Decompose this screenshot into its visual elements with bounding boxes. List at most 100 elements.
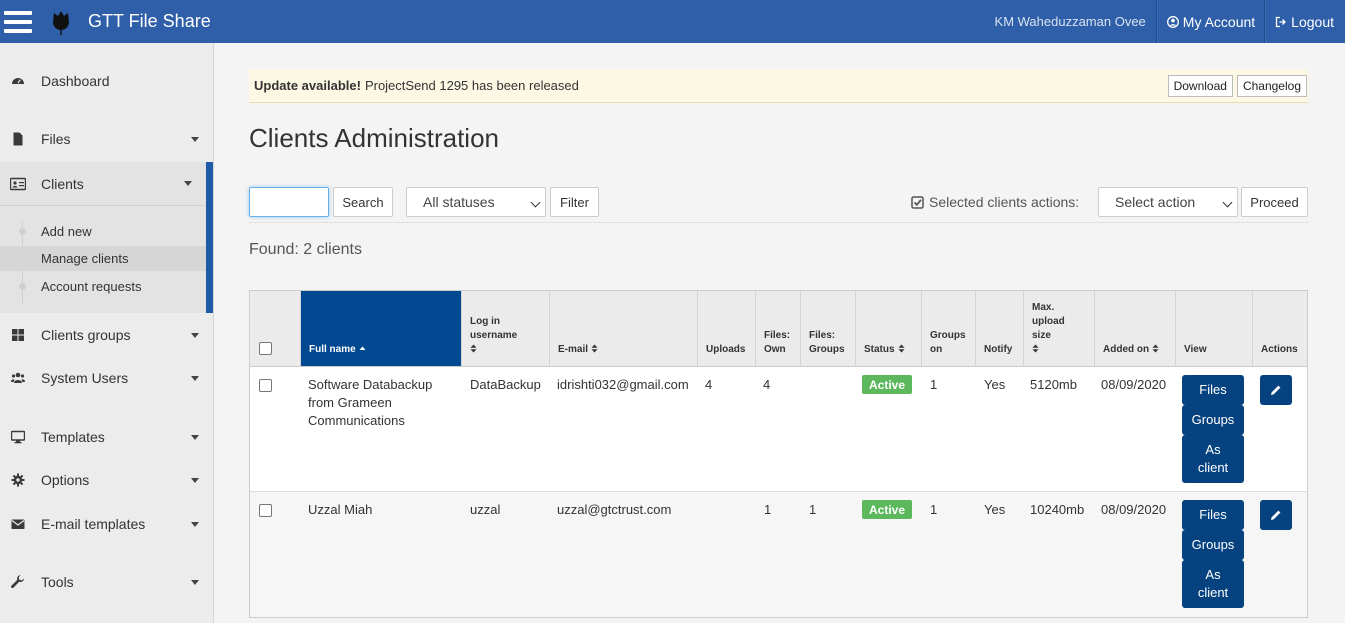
client-name-line-2: from Grameen: [308, 395, 392, 410]
my-account-link[interactable]: My Account: [1156, 0, 1266, 43]
view-groups-button[interactable]: Groups: [1182, 530, 1244, 560]
status-badge: Active: [862, 375, 912, 394]
client-files-own: 4: [763, 377, 771, 392]
client-uploads: 4: [705, 377, 713, 392]
sidebar-subitem-account-requests[interactable]: Account requests: [0, 274, 206, 299]
sort-up-icon: [359, 346, 366, 350]
header-status[interactable]: Status: [856, 291, 922, 366]
sidebar-item-options[interactable]: Options: [0, 466, 213, 494]
active-indicator: [206, 162, 213, 313]
sidebar-item-system-users[interactable]: System Users: [0, 364, 213, 392]
search-button[interactable]: Search: [333, 187, 393, 217]
sidebar-item-templates[interactable]: Templates: [0, 423, 213, 451]
status-select[interactable]: All statuses: [406, 187, 546, 217]
dashboard-icon: [11, 74, 25, 88]
sidebar-item-email-templates[interactable]: E-mail templates: [0, 510, 213, 538]
gear-icon: [11, 473, 25, 487]
found-count: Found: 2 clients: [249, 241, 362, 258]
chevron-down-icon: [191, 375, 199, 381]
proceed-button[interactable]: Proceed: [1241, 187, 1308, 217]
edit-button[interactable]: [1260, 500, 1292, 530]
sidebar-label-dashboard: Dashboard: [41, 73, 110, 89]
check-square-icon: [911, 195, 924, 209]
header-email-label: E-mail: [558, 344, 589, 355]
client-name-line-1: Uzzal Miah: [308, 502, 373, 517]
sidebar: Dashboard Files Clients Add new Manage c…: [0, 43, 214, 623]
search-input[interactable]: [249, 187, 329, 217]
client-max-upload: 10240mb: [1030, 502, 1085, 517]
sidebar-label-templates: Templates: [41, 429, 105, 445]
clients-toolbar: Search All statuses Filter Selected clie…: [249, 187, 1308, 223]
sidebar-label-files: Files: [41, 131, 71, 147]
desktop-icon: [11, 430, 25, 444]
edit-button[interactable]: [1260, 375, 1292, 405]
table-header: Full name Log in username E-mail Uploads…: [250, 291, 1307, 367]
client-full-name[interactable]: Software Databackup from Grameen Communi…: [308, 376, 432, 430]
clients-table: Full name Log in username E-mail Uploads…: [249, 290, 1308, 618]
header-files-own-line-2: Own: [764, 344, 786, 355]
sidebar-item-clients[interactable]: Clients: [0, 162, 206, 206]
chevron-down-icon: [191, 521, 199, 527]
chevron-down-icon: [191, 434, 199, 440]
status-select-value: All statuses: [423, 194, 495, 210]
view-files-button[interactable]: Files: [1182, 500, 1244, 530]
sort-icon: [1032, 344, 1039, 353]
client-max-upload: 5120mb: [1030, 377, 1077, 392]
header-groups-on: Groups on: [922, 291, 976, 366]
menu-toggle-icon[interactable]: [4, 10, 32, 33]
users-icon: [11, 371, 25, 385]
client-username: DataBackup: [470, 377, 541, 392]
view-files-button[interactable]: Files: [1182, 375, 1244, 405]
sidebar-item-dashboard[interactable]: Dashboard: [0, 67, 213, 95]
client-groups-on: 1: [930, 502, 938, 517]
page-title: Clients Administration: [249, 123, 499, 153]
sidebar-subitem-add-new[interactable]: Add new: [0, 219, 206, 244]
status-badge: Active: [862, 500, 912, 519]
client-full-name[interactable]: Uzzal Miah: [308, 501, 372, 519]
header-added-on-label: Added on: [1103, 344, 1150, 355]
app-title[interactable]: GTT File Share: [88, 11, 211, 32]
header-max-upload[interactable]: Max. upload size: [1024, 291, 1095, 366]
client-notify: Yes: [984, 377, 1006, 392]
header-username[interactable]: Log in username: [462, 291, 550, 366]
view-groups-button[interactable]: Groups: [1182, 405, 1244, 435]
sidebar-item-clients-groups[interactable]: Clients groups: [0, 321, 213, 349]
wrench-icon: [11, 575, 25, 589]
header-files-groups-line-2: Groups: [809, 344, 845, 355]
chevron-down-icon: [1222, 197, 1233, 208]
row-checkbox[interactable]: [259, 504, 272, 517]
logout-link[interactable]: Logout: [1265, 0, 1345, 43]
update-alert: Update available! ProjectSend 1295 has b…: [249, 69, 1308, 103]
sidebar-item-files[interactable]: Files: [0, 125, 213, 153]
filter-button[interactable]: Filter: [550, 187, 599, 217]
sidebar-subitem-manage-clients[interactable]: Manage clients: [0, 246, 206, 271]
download-button[interactable]: Download: [1167, 74, 1233, 97]
view-as-client-button[interactable]: As client: [1182, 560, 1244, 608]
header-email[interactable]: E-mail: [550, 291, 698, 366]
changelog-button[interactable]: Changelog: [1236, 74, 1307, 97]
alert-title: Update available!: [254, 78, 361, 93]
client-files-groups: 1: [809, 502, 817, 517]
alert-text: ProjectSend 1295 has been released: [364, 78, 579, 93]
logout-label: Logout: [1291, 13, 1334, 30]
client-email: uzzal@gtctrust.com: [557, 502, 672, 517]
row-checkbox[interactable]: [259, 379, 272, 392]
client-added-on: 08/09/2020: [1101, 502, 1167, 517]
header-max-line-2: upload: [1032, 316, 1065, 327]
chevron-down-icon: [184, 181, 192, 186]
header-added-on[interactable]: Added on: [1095, 291, 1176, 366]
view-as-client-button[interactable]: As client: [1182, 435, 1244, 483]
chevron-down-icon: [191, 136, 199, 142]
header-actions-label: Actions: [1261, 344, 1298, 355]
client-email: idrishti032@gmail.com: [557, 377, 689, 392]
header-files-groups-line-1: Files:: [809, 330, 836, 341]
selected-actions-text: Selected clients actions:: [929, 194, 1080, 210]
th-large-icon: [11, 328, 25, 342]
header-full-name[interactable]: Full name: [301, 291, 462, 366]
client-name-line-3: Communications: [308, 413, 405, 428]
select-all-checkbox[interactable]: [259, 342, 272, 355]
header-uploads: Uploads: [698, 291, 756, 366]
sidebar-item-tools[interactable]: Tools: [0, 568, 213, 596]
header-username-line-1: Log in: [470, 316, 500, 327]
action-select[interactable]: Select action: [1098, 187, 1238, 217]
